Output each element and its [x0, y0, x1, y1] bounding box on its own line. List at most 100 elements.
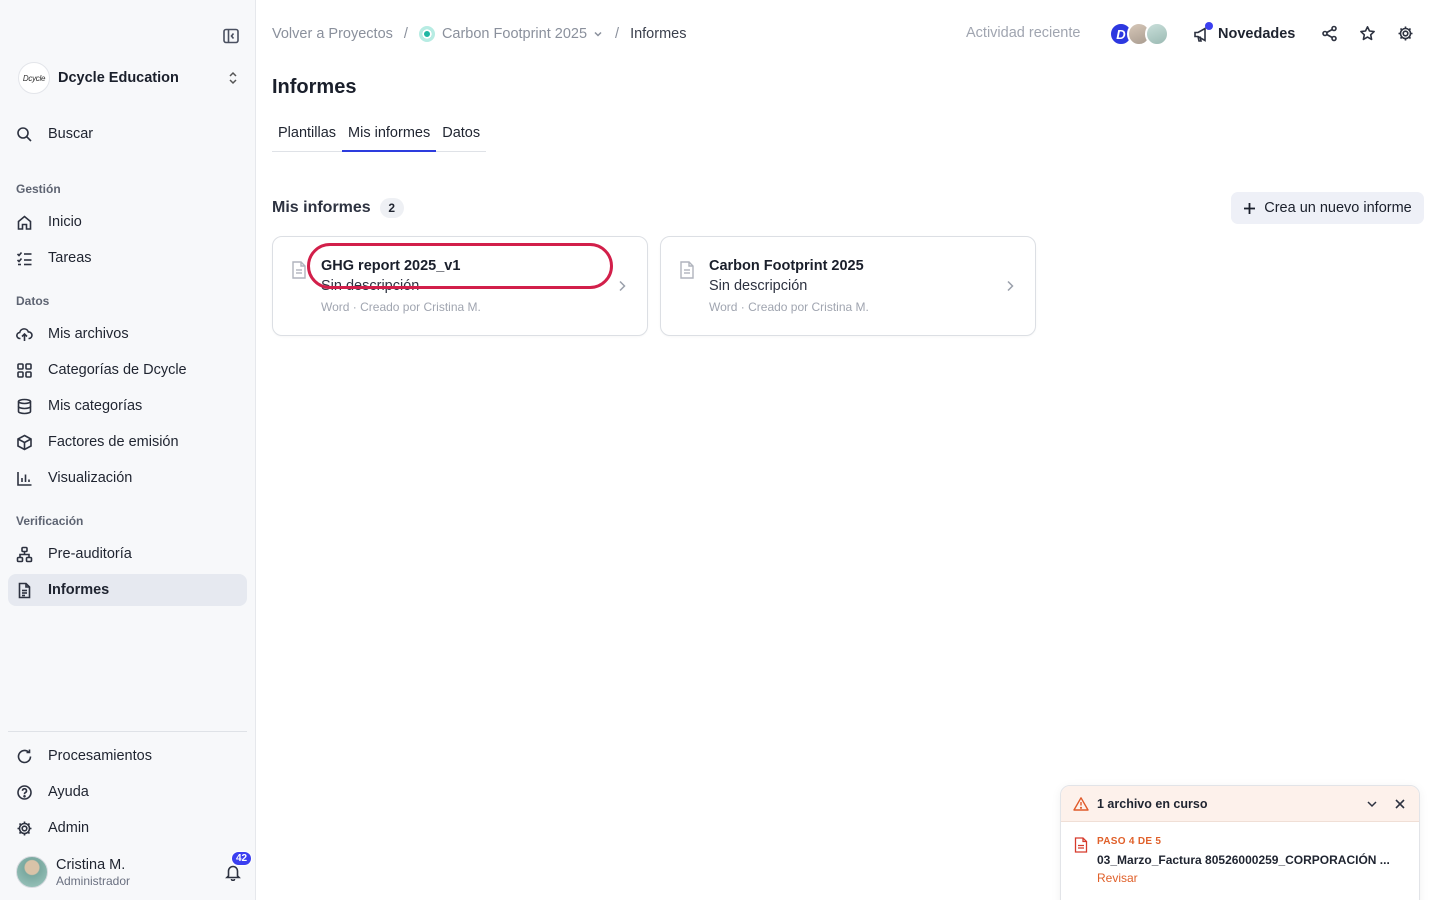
gear-icon — [16, 820, 33, 837]
cube-icon — [16, 434, 33, 451]
user-name: Cristina M. — [56, 856, 126, 873]
sidebar-item-informes[interactable]: Informes — [8, 574, 247, 606]
sidebar-item-label: Ayuda — [48, 784, 89, 800]
sidebar-item-tareas[interactable]: Tareas — [8, 242, 247, 274]
section-label-gestion: Gestión — [16, 182, 61, 196]
sidebar-item-label: Procesamientos — [48, 748, 152, 764]
review-link[interactable]: Revisar — [1097, 871, 1138, 885]
breadcrumb-separator: / — [615, 26, 620, 42]
sidebar-item-preauditoria[interactable]: Pre-auditoría — [8, 538, 247, 570]
breadcrumb-project-dropdown[interactable]: Carbon Footprint 2025 — [418, 26, 604, 42]
processing-step: PASO 4 DE 5 — [1097, 836, 1162, 847]
section-label-datos: Datos — [16, 294, 50, 308]
sidebar-item-factores[interactable]: Factores de emisión — [8, 426, 247, 458]
breadcrumb-separator: / — [403, 26, 408, 42]
sidebar-item-label: Tareas — [48, 250, 92, 266]
sidebar-item-label: Admin — [48, 820, 90, 836]
megaphone-icon — [1193, 21, 1213, 43]
sidebar-divider — [8, 731, 247, 732]
chevron-down-icon — [592, 28, 604, 40]
sidebar-item-label: Buscar — [48, 126, 94, 142]
sidebar-item-mis-categorias[interactable]: Mis categorías — [8, 390, 247, 422]
workspace-logo: Dcycle — [18, 62, 50, 94]
sidebar-item-label: Categorías de Dcycle — [48, 362, 187, 378]
sidebar-item-ayuda[interactable]: Ayuda — [8, 776, 247, 808]
create-report-label: Crea un nuevo informe — [1264, 200, 1412, 216]
notifications-button[interactable]: 42 — [224, 851, 253, 882]
document-icon — [16, 582, 33, 599]
section-label-verificacion: Verificación — [16, 514, 84, 528]
report-count-badge: 2 — [379, 198, 404, 218]
chevron-down-icon[interactable] — [1365, 797, 1379, 811]
section-title: Mis informes — [272, 199, 371, 216]
report-card[interactable]: Carbon Footprint 2025 Sin descripción Wo… — [660, 236, 1036, 336]
home-icon — [16, 214, 33, 231]
collaborator-avatars[interactable]: D — [1109, 22, 1169, 47]
avatar — [1145, 22, 1169, 46]
file-name: 03_Marzo_Factura 80526000259_CORPORACIÓN… — [1097, 853, 1390, 867]
report-card[interactable]: GHG report 2025_v1 Sin descripción Word … — [272, 236, 648, 336]
settings-gear-icon[interactable] — [1397, 25, 1414, 42]
tab-mis-informes[interactable]: Mis informes — [342, 120, 437, 152]
close-icon[interactable] — [1393, 797, 1407, 811]
news-button[interactable]: Novedades — [1193, 21, 1296, 44]
bar-chart-icon — [16, 470, 33, 487]
grid-icon — [16, 362, 33, 379]
sidebar-item-admin[interactable]: Admin — [8, 812, 247, 844]
notification-count-badge: 42 — [231, 851, 253, 866]
avatar — [16, 856, 48, 888]
file-pdf-icon — [1074, 837, 1088, 853]
chevron-right-icon — [1003, 279, 1017, 293]
help-circle-icon — [16, 784, 33, 801]
breadcrumb: Volver a Proyectos / Carbon Footprint 20… — [272, 24, 686, 44]
recent-activity-link[interactable]: Actividad reciente — [966, 25, 1080, 41]
tab-plantillas[interactable]: Plantillas — [272, 120, 342, 152]
sidebar-item-mis-archivos[interactable]: Mis archivos — [8, 318, 247, 350]
user-role: Administrador — [56, 873, 131, 888]
sidebar-item-label: Inicio — [48, 214, 82, 230]
workspace-switcher[interactable]: Dcycle Dcycle Education — [18, 61, 240, 95]
breadcrumb-current: Informes — [630, 26, 687, 42]
tab-bar: Plantillas Mis informes Datos — [272, 120, 487, 152]
sidebar-item-label: Visualización — [48, 470, 133, 486]
sidebar-item-label: Informes — [48, 582, 110, 598]
report-description: Sin descripción — [709, 278, 808, 294]
workspace-name: Dcycle Education — [58, 70, 179, 86]
project-status-icon — [418, 26, 435, 42]
search-icon — [16, 126, 33, 143]
sidebar-item-search[interactable]: Buscar — [8, 118, 247, 150]
sidebar-item-visualizacion[interactable]: Visualización — [8, 462, 247, 494]
bell-icon — [224, 865, 242, 885]
star-icon[interactable] — [1359, 25, 1376, 42]
sidebar-item-categorias-dcycle[interactable]: Categorías de Dcycle — [8, 354, 247, 386]
create-report-button[interactable]: Crea un nuevo informe — [1231, 192, 1424, 224]
sidebar-collapse-icon[interactable] — [222, 27, 240, 45]
warning-icon — [1073, 796, 1089, 812]
share-icon[interactable] — [1321, 25, 1338, 42]
tab-datos[interactable]: Datos — [436, 120, 486, 152]
sidebar-item-procesamientos[interactable]: Procesamientos — [8, 740, 247, 772]
chevron-up-down-icon — [226, 71, 240, 85]
sidebar-item-label: Pre-auditoría — [48, 546, 132, 562]
unread-dot — [1205, 21, 1213, 30]
document-icon — [291, 261, 307, 279]
report-meta: Word · Creado por Cristina M. — [709, 300, 869, 314]
upload-progress-toast: 1 archivo en curso PASO 4 DE 5 03_Marzo_… — [1060, 785, 1420, 900]
breadcrumb-back-link[interactable]: Volver a Proyectos — [272, 26, 393, 42]
cloud-upload-icon — [16, 326, 33, 343]
chevron-right-icon — [615, 279, 629, 293]
plus-icon — [1243, 202, 1256, 215]
report-description: Sin descripción — [321, 278, 420, 294]
database-icon — [16, 398, 33, 415]
news-label: Novedades — [1218, 26, 1296, 42]
sidebar-item-inicio[interactable]: Inicio — [8, 206, 247, 238]
page-title: Informes — [272, 76, 357, 98]
hierarchy-icon — [16, 546, 33, 563]
refresh-icon — [16, 748, 33, 765]
toast-title: 1 archivo en curso — [1097, 796, 1208, 811]
report-title: Carbon Footprint 2025 — [709, 258, 864, 274]
user-profile[interactable]: Cristina M. Administrador 42 — [16, 851, 253, 889]
report-meta: Word · Creado por Cristina M. — [321, 300, 481, 314]
sidebar-item-label: Mis categorías — [48, 398, 143, 414]
document-icon — [679, 261, 695, 279]
